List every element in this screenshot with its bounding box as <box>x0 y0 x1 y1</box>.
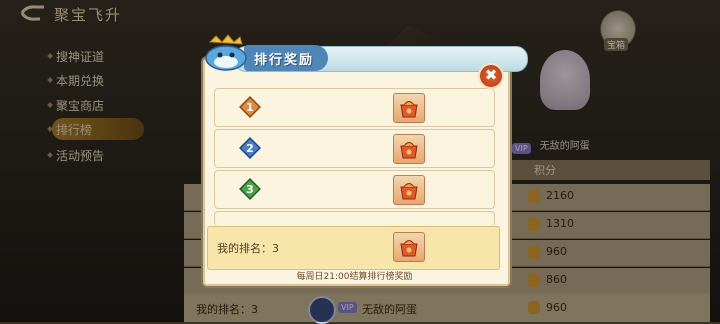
coin-icon <box>528 274 540 287</box>
score-value: 960 <box>546 245 567 258</box>
rank-1-badge-icon: 1 <box>239 96 261 118</box>
my-rank-label: 我的排名：3 <box>217 242 279 255</box>
my-rank-bar-background: 我的排名：3 VIP 无敌的阿蛋 960 <box>184 294 710 324</box>
top-player-line: VIP 无敌的阿蛋 <box>512 134 590 154</box>
score-value: 2160 <box>546 189 574 202</box>
score-value: 860 <box>546 273 567 286</box>
vip-badge: VIP <box>338 302 357 313</box>
coin-icon <box>528 246 540 259</box>
rank-3-badge-icon: 3 <box>239 178 261 200</box>
svg-text:2: 2 <box>246 142 254 155</box>
player-name: 无敌的阿蛋 <box>539 141 590 152</box>
my-rank-label: 我的排名：3 <box>196 303 258 316</box>
reward-row-rank-1: 1 <box>214 88 495 127</box>
coin-icon <box>528 301 540 314</box>
close-button[interactable]: ✖ <box>478 63 504 89</box>
sidebar-item-soushen[interactable]: 搜神证道 <box>56 48 104 65</box>
score-value: 1310 <box>546 217 574 230</box>
sidebar-item-exchange[interactable]: 本期兑换 <box>56 72 104 89</box>
reward-chest-icon[interactable] <box>393 93 425 123</box>
gift-label: 宝箱 <box>604 38 629 51</box>
back-arrow-icon[interactable] <box>18 4 48 22</box>
reward-row-rank-2: 2 <box>214 129 495 168</box>
reward-chest-icon[interactable] <box>393 134 425 164</box>
coin-icon <box>528 218 540 231</box>
modal-banner: 排行奖励 <box>200 34 528 74</box>
avatar <box>308 296 336 324</box>
settlement-note: 每周日21:00结算排行榜奖励 <box>296 272 413 282</box>
vip-badge: VIP <box>512 143 531 154</box>
sidebar-item-preview[interactable]: 活动预告 <box>56 147 104 164</box>
sidebar-item-shop[interactable]: 聚宝商店 <box>56 97 104 114</box>
svg-text:3: 3 <box>246 183 254 196</box>
character-portrait <box>540 50 590 110</box>
page-title: 聚宝飞升 <box>54 6 123 24</box>
svg-text:1: 1 <box>246 101 254 114</box>
reward-chest-icon[interactable] <box>393 232 425 262</box>
whale-mascot-icon <box>205 34 247 71</box>
rank-2-badge-icon: 2 <box>239 137 261 159</box>
reward-chest-icon[interactable] <box>393 175 425 205</box>
modal-title: 排行奖励 <box>254 53 315 68</box>
my-rank-bar: 我的排名：3 <box>207 226 500 270</box>
reward-row-rank-3: 3 <box>214 170 495 209</box>
player-name: 无敌的阿蛋 <box>362 303 417 316</box>
score-column-header: 积分 <box>500 160 710 180</box>
sidebar-item-ranking[interactable]: 排行榜 <box>56 121 92 138</box>
coin-icon <box>528 190 540 203</box>
my-score: 960 <box>546 301 567 314</box>
reward-row-partial <box>214 211 495 226</box>
